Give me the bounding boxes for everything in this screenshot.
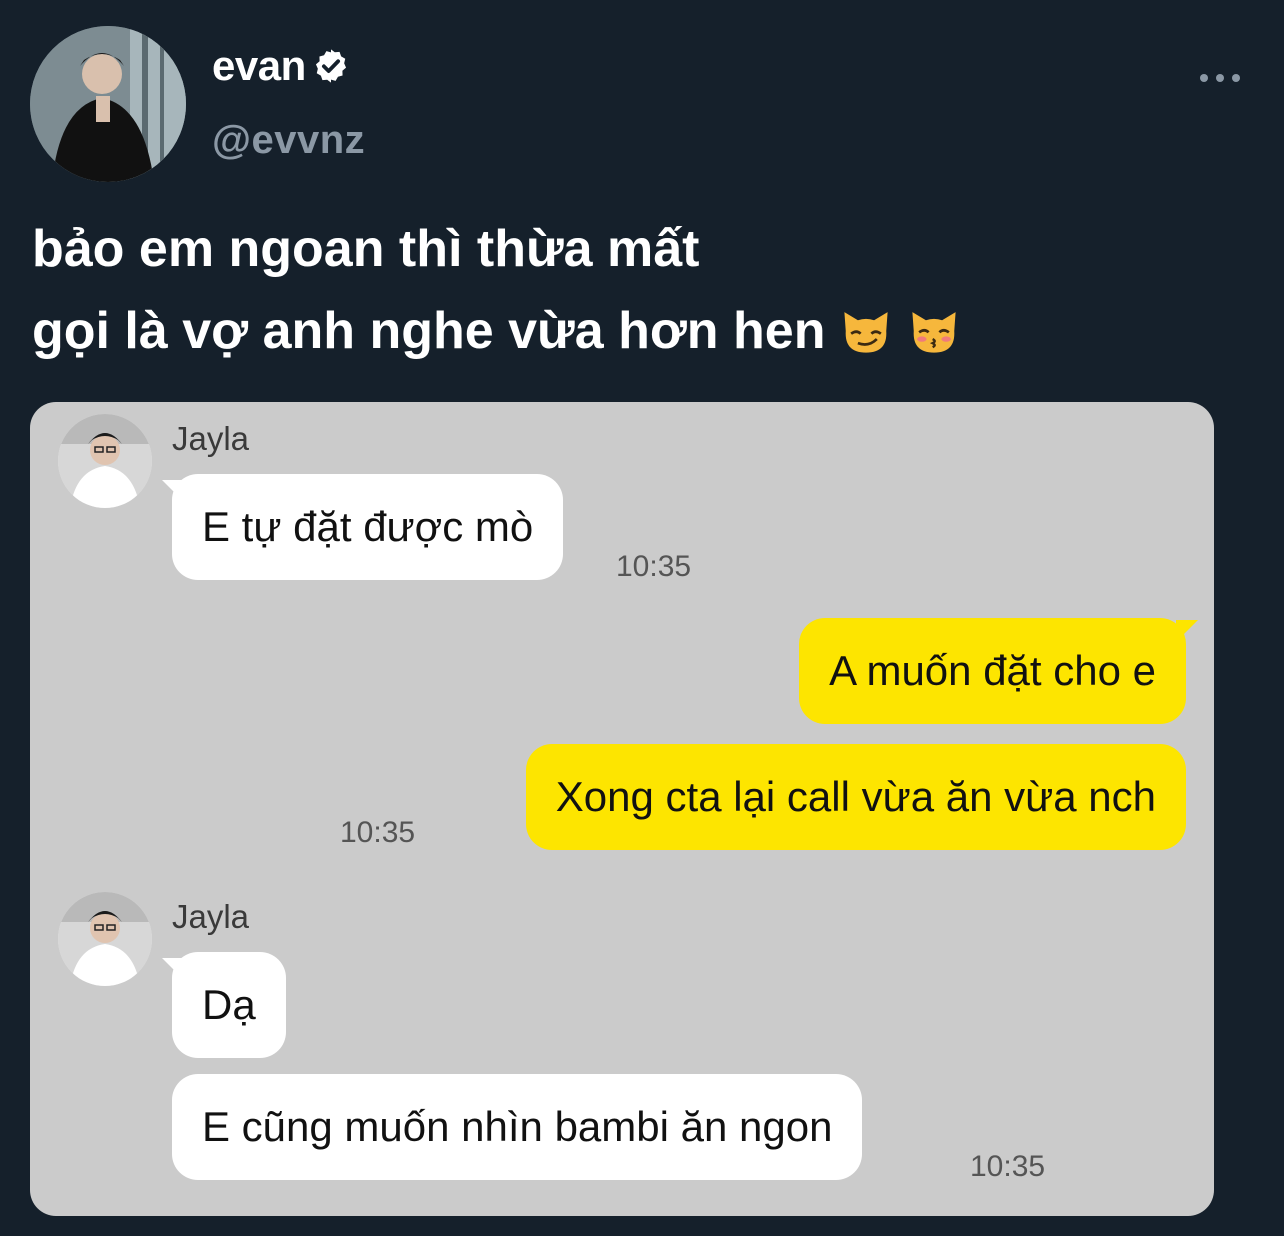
profile-photo [30, 26, 186, 182]
author-name-row[interactable]: evan [212, 42, 350, 90]
kissing-cat-face-icon [912, 312, 957, 353]
message-time: 10:35 [340, 816, 416, 849]
author-handle[interactable]: @evvnz [212, 118, 365, 163]
author-avatar[interactable] [30, 26, 186, 182]
more-options-icon[interactable] [1200, 60, 1240, 96]
sender-avatar [58, 414, 152, 508]
sender-name: Jayla [172, 898, 250, 935]
tweet-line-2: gọi là vợ anh nghe vừa hơn hen [32, 290, 1252, 372]
smirking-cat-face-icon [844, 312, 889, 353]
author-display-name[interactable]: evan [212, 42, 306, 90]
outgoing-message[interactable]: A muốn đặt cho e [799, 618, 1186, 724]
tweet-line-1: bảo em ngoan thì thừa mất [32, 220, 700, 278]
outgoing-message[interactable]: Xong cta lại call vừa ăn vừa nch [525, 744, 1186, 850]
sender-avatar [58, 892, 152, 986]
tweet-text: bảo em ngoan thì thừa mất gọi là vợ anh … [32, 208, 1252, 372]
incoming-message[interactable]: E tự đặt được mò [172, 474, 564, 580]
incoming-message[interactable]: Dạ [172, 952, 286, 1058]
tweet-line-2-text: gọi là vợ anh nghe vừa hơn hen [32, 302, 826, 360]
sender-name: Jayla [172, 420, 250, 457]
message-time: 10:35 [970, 1150, 1046, 1183]
bubble-tail [1176, 620, 1198, 642]
message-time: 10:35 [616, 550, 692, 583]
verified-badge-icon [315, 49, 346, 83]
chat-screenshot[interactable]: Jayla E tự đặt được mò 10:35 A muốn đặt … [30, 402, 1214, 1216]
incoming-message[interactable]: E cũng muốn nhìn bambi ăn ngon [172, 1074, 863, 1180]
